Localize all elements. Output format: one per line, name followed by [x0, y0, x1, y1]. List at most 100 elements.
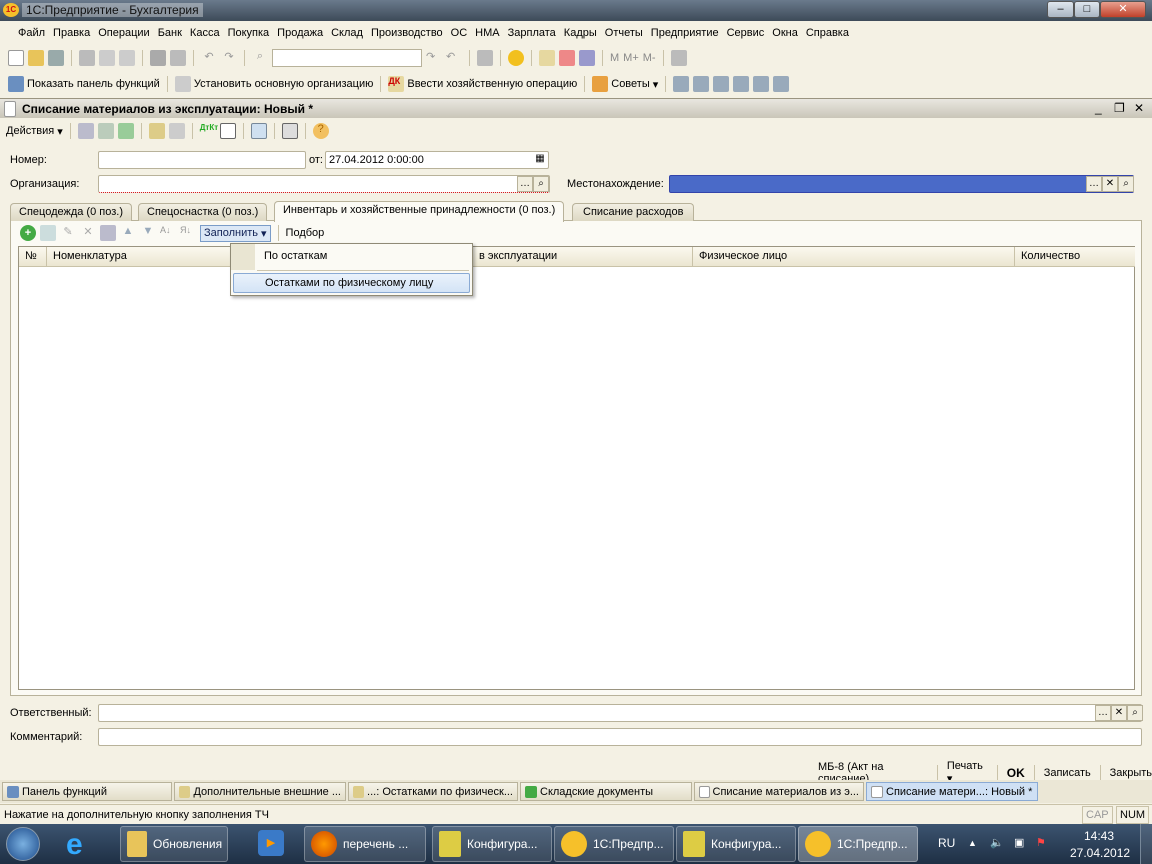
- help-icon[interactable]: ?: [312, 123, 329, 139]
- menu-item[interactable]: Касса: [190, 27, 220, 39]
- menu-item[interactable]: Зарплата: [508, 27, 556, 39]
- location-search-icon[interactable]: ⌕: [1118, 176, 1134, 192]
- calendar-icon[interactable]: ▦: [532, 152, 548, 168]
- action-center-icon[interactable]: ⚑: [1036, 836, 1046, 849]
- copy-row-icon[interactable]: [40, 225, 56, 241]
- menu-item[interactable]: Операции: [98, 27, 149, 39]
- menu-item[interactable]: Кадры: [564, 27, 597, 39]
- menu-item[interactable]: Справка: [806, 27, 849, 39]
- move-up-icon[interactable]: ▲: [120, 225, 136, 241]
- fill-button[interactable]: Заполнить ▾: [200, 224, 271, 242]
- copy-doc-icon[interactable]: [117, 123, 134, 139]
- ie-icon[interactable]: e: [66, 828, 83, 862]
- window-tab-external[interactable]: Дополнительные внешние ...: [174, 782, 346, 801]
- delete-row-icon[interactable]: ✕: [80, 225, 96, 241]
- maximize-button[interactable]: □: [1074, 1, 1100, 18]
- report-icon[interactable]: [753, 76, 770, 92]
- organization-field[interactable]: [98, 175, 550, 193]
- undo-icon[interactable]: ↶: [201, 50, 217, 66]
- save-button[interactable]: Записать: [1044, 767, 1091, 779]
- journal-icon[interactable]: [673, 76, 690, 92]
- sort-asc-icon[interactable]: А↓: [160, 225, 176, 241]
- set-org-button[interactable]: Установить основную организацию: [174, 76, 373, 92]
- doc-minimize-button[interactable]: _: [1095, 101, 1102, 115]
- menu-item[interactable]: Сервис: [727, 27, 765, 39]
- filter-toggle-icon[interactable]: [250, 123, 267, 139]
- tab-tooling[interactable]: Спецоснастка (0 поз.): [138, 203, 268, 221]
- org-select-button[interactable]: …: [517, 176, 533, 192]
- staff-icon[interactable]: [733, 76, 750, 92]
- info-icon[interactable]: [508, 50, 524, 66]
- redo-icon[interactable]: ↷: [221, 50, 237, 66]
- add-row-icon[interactable]: +: [20, 225, 36, 241]
- paste-icon[interactable]: [119, 50, 135, 66]
- menu-item[interactable]: Банк: [158, 27, 182, 39]
- memory-plus-button[interactable]: M+: [623, 52, 639, 64]
- responsible-field[interactable]: [98, 704, 1142, 722]
- menu-item[interactable]: Производство: [371, 27, 443, 39]
- window-tab-balance-person[interactable]: ...: Остатками по физическ...: [348, 782, 518, 801]
- menu-item-by-person[interactable]: Остатками по физическому лицу: [233, 273, 470, 293]
- window-tab-writeoff-list[interactable]: Списание материалов из э...: [694, 782, 864, 801]
- end-edit-icon[interactable]: [100, 225, 116, 241]
- copy-icon[interactable]: [99, 50, 115, 66]
- org-search-icon[interactable]: ⌕: [533, 176, 549, 192]
- refresh-icon[interactable]: [97, 123, 114, 139]
- calendar-icon[interactable]: [559, 50, 575, 66]
- directory-icon[interactable]: [693, 76, 710, 92]
- tab-workwear[interactable]: Спецодежда (0 поз.): [10, 203, 132, 221]
- start-button[interactable]: [6, 827, 40, 861]
- window-tab-functions-panel[interactable]: Панель функций: [2, 782, 172, 801]
- items-table[interactable]: № Номенклатура в эксплуатации Физическое…: [18, 246, 1135, 690]
- responsible-clear-icon[interactable]: ✕: [1111, 705, 1127, 721]
- move-down-icon[interactable]: ▼: [140, 225, 156, 241]
- list-icon[interactable]: [281, 123, 298, 139]
- windows-icon[interactable]: [477, 50, 493, 66]
- column-header-number[interactable]: №: [19, 247, 47, 267]
- memory-m-button[interactable]: M: [610, 52, 619, 64]
- clock-date[interactable]: 27.04.2012: [1070, 846, 1130, 860]
- menu-item[interactable]: Файл: [18, 27, 45, 39]
- menu-item[interactable]: Правка: [53, 27, 90, 39]
- network-icon[interactable]: ▣: [1014, 836, 1024, 849]
- search-icon[interactable]: ⌕: [252, 50, 268, 66]
- menu-item[interactable]: Предприятие: [651, 27, 719, 39]
- document-journal-icon[interactable]: [219, 123, 236, 139]
- volume-icon[interactable]: 🔈: [990, 836, 1004, 849]
- tab-expenses[interactable]: Списание расходов: [572, 203, 695, 221]
- dt-kt-icon[interactable]: ДтКт: [200, 123, 218, 139]
- tab-inventory[interactable]: Инвентарь и хозяйственные принадлежности…: [274, 201, 565, 222]
- users-icon[interactable]: [579, 50, 595, 66]
- taskbar-item-1c-2[interactable]: 1С:Предпр...: [798, 826, 918, 862]
- taskbar-item-firefox[interactable]: перечень ...: [304, 826, 426, 862]
- menu-item-by-balance[interactable]: По остаткам: [264, 250, 327, 262]
- find-prev-icon[interactable]: ↶: [446, 50, 462, 66]
- enter-operation-button[interactable]: ДК Ввести хозяйственную операцию: [388, 76, 577, 92]
- column-header-quantity[interactable]: Количество: [1015, 247, 1135, 267]
- find-next-icon[interactable]: ↷: [426, 50, 442, 66]
- ok-button[interactable]: OK: [1007, 766, 1025, 780]
- print-icon[interactable]: [150, 50, 166, 66]
- media-player-icon[interactable]: ▶: [258, 830, 284, 856]
- save-icon[interactable]: [48, 50, 64, 66]
- memory-minus-button[interactable]: M-: [643, 52, 656, 64]
- tips-button[interactable]: Советы ▾: [592, 76, 658, 92]
- edit-row-icon[interactable]: ✎: [60, 225, 76, 241]
- search-combo[interactable]: [272, 49, 422, 67]
- show-panel-button[interactable]: Показать панель функций: [8, 76, 160, 92]
- language-indicator[interactable]: RU: [938, 836, 955, 850]
- menu-item[interactable]: Покупка: [228, 27, 270, 39]
- employees-icon[interactable]: [713, 76, 730, 92]
- doc-restore-button[interactable]: ❐: [1114, 101, 1125, 115]
- location-select-button[interactable]: …: [1086, 176, 1102, 192]
- cut-icon[interactable]: [79, 50, 95, 66]
- open-icon[interactable]: [28, 50, 44, 66]
- number-field[interactable]: [98, 151, 306, 169]
- enter-based-icon[interactable]: [148, 123, 165, 139]
- tray-expand-icon[interactable]: ▲: [968, 838, 977, 848]
- taskbar-item-config-1[interactable]: Конфигура...: [432, 826, 552, 862]
- date-field[interactable]: 27.04.2012 0:00:00: [325, 151, 549, 169]
- column-header-person[interactable]: Физическое лицо: [693, 247, 1015, 267]
- menu-item[interactable]: ОС: [451, 27, 468, 39]
- preview-icon[interactable]: [170, 50, 186, 66]
